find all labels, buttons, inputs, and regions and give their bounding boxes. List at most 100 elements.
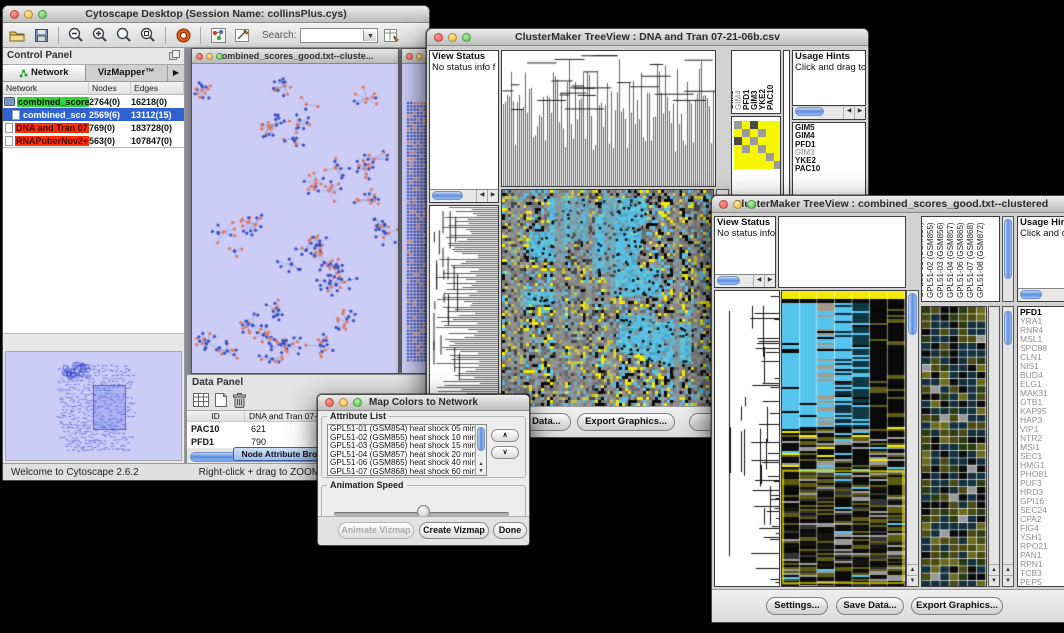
network-list-row[interactable]: RNAPuberNov2+ 563(0) 107847(0)	[3, 134, 184, 147]
attribute-list[interactable]: GPL51-01 (GSM854) heat shock 05 minGPL51…	[327, 424, 487, 476]
export-graphics-button[interactable]: Export Graphics...	[577, 413, 675, 431]
similarity-matrix	[734, 121, 780, 169]
close-button[interactable]	[10, 10, 19, 19]
search-dropdown-arrow[interactable]: ▼	[363, 30, 376, 41]
scroll-right-arrow[interactable]: ▶	[764, 275, 775, 287]
scroll-down-arrow[interactable]: ▼	[989, 575, 999, 586]
attribute-list-vscrollbar[interactable]: ▲▼	[475, 425, 486, 475]
column-labels-vscrollbar[interactable]	[1002, 216, 1014, 302]
network-list-row[interactable]: combined_scores 2764(0) 16218(0)	[3, 95, 184, 108]
column-dendrogram-panel[interactable]	[778, 216, 906, 288]
gene-list-panel: PFD1YRA1RNR4MSL1SPC98CLN1NIS1BUD4ELG1MAK…	[1017, 306, 1064, 587]
scroll-down-arrow[interactable]: ▼	[1003, 575, 1013, 586]
close-button[interactable]	[434, 33, 443, 42]
move-up-button[interactable]: ∧	[491, 429, 519, 442]
attribute-list-item[interactable]: GPL51-07 (GSM868) heat shock 60 min	[328, 468, 486, 476]
tab-overflow-arrow[interactable]: ▶	[168, 65, 184, 81]
usage-hints-title: Usage Hints	[793, 51, 865, 62]
scroll-left-arrow[interactable]: ◀	[843, 107, 854, 119]
zoom-button[interactable]	[747, 200, 756, 209]
gene-list-vscrollbar[interactable]: ▲▼	[1002, 306, 1014, 587]
attribute-browser-icon[interactable]	[382, 26, 402, 45]
move-down-button[interactable]: ∨	[491, 446, 519, 459]
heatmap-panel[interactable]	[781, 290, 906, 587]
minimize-button[interactable]	[339, 398, 348, 407]
zoom-in-button[interactable]	[90, 26, 110, 45]
network-row-icon	[12, 110, 20, 120]
network-name: combined_scores	[17, 97, 89, 107]
tab-network[interactable]: Network	[3, 65, 86, 81]
column-label: GPL51-01 (GSM854)	[921, 222, 925, 298]
attribute-select-icon[interactable]	[193, 393, 209, 407]
scroll-right-arrow[interactable]: ▶	[487, 190, 498, 202]
treeview-window-2: ClusterMaker TreeView : combined_scores_…	[711, 195, 1064, 623]
view-status-panel: View Status No status info f ◀▶	[714, 216, 776, 288]
done-button[interactable]: Done	[493, 522, 527, 539]
tab-vizmapper[interactable]: VizMapper™	[86, 65, 169, 81]
export-graphics-button[interactable]: Export Graphics...	[911, 597, 1003, 615]
minimize-button[interactable]	[448, 33, 457, 42]
zoom-heatmap-vscrollbar[interactable]: ▲▼	[988, 306, 1000, 587]
create-vizmap-button[interactable]: Create Vizmap	[419, 522, 489, 539]
close-button[interactable]	[719, 200, 728, 209]
open-file-button[interactable]	[7, 26, 27, 45]
close-button[interactable]	[325, 398, 334, 407]
vizmapper-tool-icon[interactable]	[208, 26, 228, 45]
heatmap-vscrollbar[interactable]: ▲▼	[906, 290, 919, 587]
zoom-heatmap-panel[interactable]	[921, 306, 987, 587]
annotation-tool-icon[interactable]	[232, 26, 252, 45]
network-list-row[interactable]: combined_sco 2569(6) 13112(15)	[3, 108, 184, 121]
minimize-button[interactable]	[206, 53, 213, 60]
row-dendrogram-panel[interactable]	[429, 205, 499, 407]
matrix-cell	[766, 121, 774, 129]
scroll-up-arrow[interactable]: ▲	[907, 564, 918, 575]
view-status-hscrollbar[interactable]: ◀▶	[715, 274, 775, 287]
main-titlebar[interactable]: Cytoscape Desktop (Session Name: collins…	[3, 6, 429, 23]
heatmap-panel[interactable]	[501, 189, 714, 407]
network-overview-panel[interactable]	[5, 351, 182, 461]
matrix-cell	[766, 137, 774, 145]
float-panel-icon[interactable]	[169, 50, 180, 62]
delete-attribute-trash-icon[interactable]	[233, 393, 246, 408]
matrix-cell	[734, 129, 742, 137]
scroll-down-arrow[interactable]: ▼	[907, 575, 918, 586]
row-dendrogram-panel[interactable]	[714, 290, 780, 587]
scroll-left-arrow[interactable]: ◀	[753, 275, 764, 287]
zoom-fit-button[interactable]	[114, 26, 134, 45]
scroll-up-arrow[interactable]: ▲	[1003, 564, 1013, 575]
scroll-left-arrow[interactable]: ◀	[476, 190, 487, 202]
zoom-button[interactable]	[38, 10, 47, 19]
status-zoom-hint: Right-click + drag to ZOOM	[199, 467, 320, 478]
minimize-button[interactable]	[24, 10, 33, 19]
usage-hints-hscrollbar[interactable]	[1018, 288, 1064, 301]
column-label: GPL51-03 (GSM856)	[937, 222, 945, 298]
column-dendrogram-panel[interactable]	[501, 50, 716, 187]
minimize-button[interactable]	[416, 53, 423, 60]
animate-vizmap-button[interactable]: Animate Vizmap	[338, 522, 414, 539]
usage-hints-panel: Usage Hints Click and drag to	[792, 50, 866, 106]
settings-button[interactable]: Settings...	[766, 597, 828, 615]
minimize-button[interactable]	[733, 200, 742, 209]
network-list-row[interactable]: DNA and Tran 07 769(0) 183728(0)	[3, 121, 184, 134]
search-input[interactable]: ▼	[300, 28, 378, 43]
usage-hints-scroll-panel[interactable]: ◀▶	[792, 107, 866, 120]
save-data-button[interactable]: Save Data...	[836, 597, 904, 615]
zoom-actual-size-button[interactable]	[138, 26, 158, 45]
zoom-out-button[interactable]	[66, 26, 86, 45]
zoom-button[interactable]	[353, 398, 362, 407]
view-status-hscrollbar[interactable]: ◀▶	[430, 189, 498, 202]
zoom-button[interactable]	[462, 33, 471, 42]
save-button[interactable]	[31, 26, 51, 45]
gene-label[interactable]: PAC10	[795, 165, 865, 173]
view-status-text: No status info f	[715, 228, 775, 239]
zoom-button[interactable]	[216, 53, 223, 60]
network-graph-canvas[interactable]	[192, 64, 398, 373]
close-button[interactable]	[406, 53, 413, 60]
network-view-window[interactable]: combined_scores_good.txt--cluste...	[191, 48, 399, 374]
close-button[interactable]	[196, 53, 203, 60]
scroll-right-arrow[interactable]: ▶	[854, 107, 865, 119]
scroll-arrows[interactable]: ▲▼	[476, 461, 486, 475]
help-lifering-icon[interactable]	[173, 26, 193, 45]
new-attribute-icon[interactable]	[215, 393, 227, 407]
scroll-up-arrow[interactable]: ▲	[989, 564, 999, 575]
